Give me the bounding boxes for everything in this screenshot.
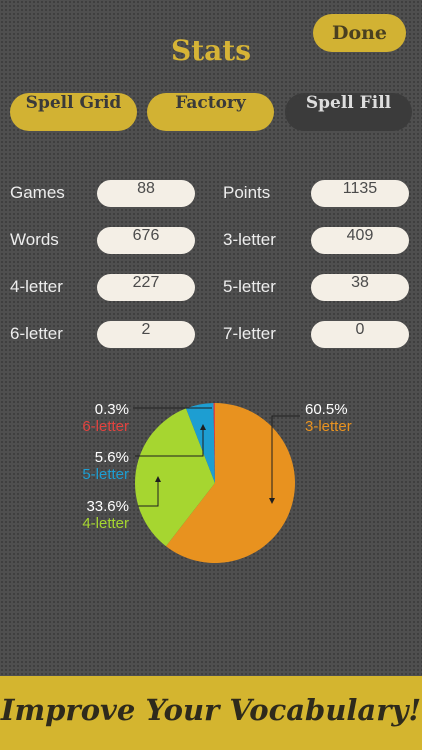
stat-value-5-letter: 38 <box>311 274 409 301</box>
tab-factory[interactable]: Factory <box>147 93 274 131</box>
stat-value-7-letter: 0 <box>311 321 409 348</box>
mode-tabs: Spell Grid Factory Spell Fill <box>0 93 422 131</box>
stat-label-points: Points <box>223 183 271 202</box>
pie-label-4-letter-name: 4-letter <box>82 515 129 532</box>
pie-label-4-letter-percent: 33.6% <box>86 498 129 515</box>
tab-spell-fill[interactable]: Spell Fill <box>285 93 412 131</box>
promo-banner-text: Improve Your Vocabulary! <box>0 693 422 727</box>
pie-label-5-letter-name: 5-letter <box>82 466 129 483</box>
stat-value-6-letter: 2 <box>97 321 195 348</box>
stat-label-3-letter: 3-letter <box>223 230 276 249</box>
stat-label-games: Games <box>10 183 65 202</box>
stat-value-4-letter: 227 <box>97 274 195 301</box>
pie-label-6-letter-name: 6-letter <box>82 418 129 435</box>
stat-value-points: 1135 <box>311 180 409 207</box>
page-title: Stats <box>171 34 251 67</box>
tab-spell-grid[interactable]: Spell Grid <box>10 93 137 131</box>
pie-label-3-letter-percent: 60.5% <box>305 401 348 418</box>
pie-label-5-letter-percent: 5.6% <box>95 449 129 466</box>
pie-label-3-letter-name: 3-letter <box>305 418 352 435</box>
stat-label-7-letter: 7-letter <box>223 324 276 343</box>
stat-label-6-letter: 6-letter <box>10 324 63 343</box>
promo-banner: Improve Your Vocabulary! <box>0 676 422 750</box>
pie-label-6-letter-percent: 0.3% <box>95 401 129 418</box>
stat-value-games: 88 <box>97 180 195 207</box>
stat-label-5-letter: 5-letter <box>223 277 276 296</box>
stat-label-words: Words <box>10 230 59 249</box>
stat-value-words: 676 <box>97 227 195 254</box>
word-length-pie-chart: 0.3% 6-letter 5.6% 5-letter 33.6% 4-lett… <box>82 401 352 563</box>
stat-label-4-letter: 4-letter <box>10 277 63 296</box>
stat-value-3-letter: 409 <box>311 227 409 254</box>
